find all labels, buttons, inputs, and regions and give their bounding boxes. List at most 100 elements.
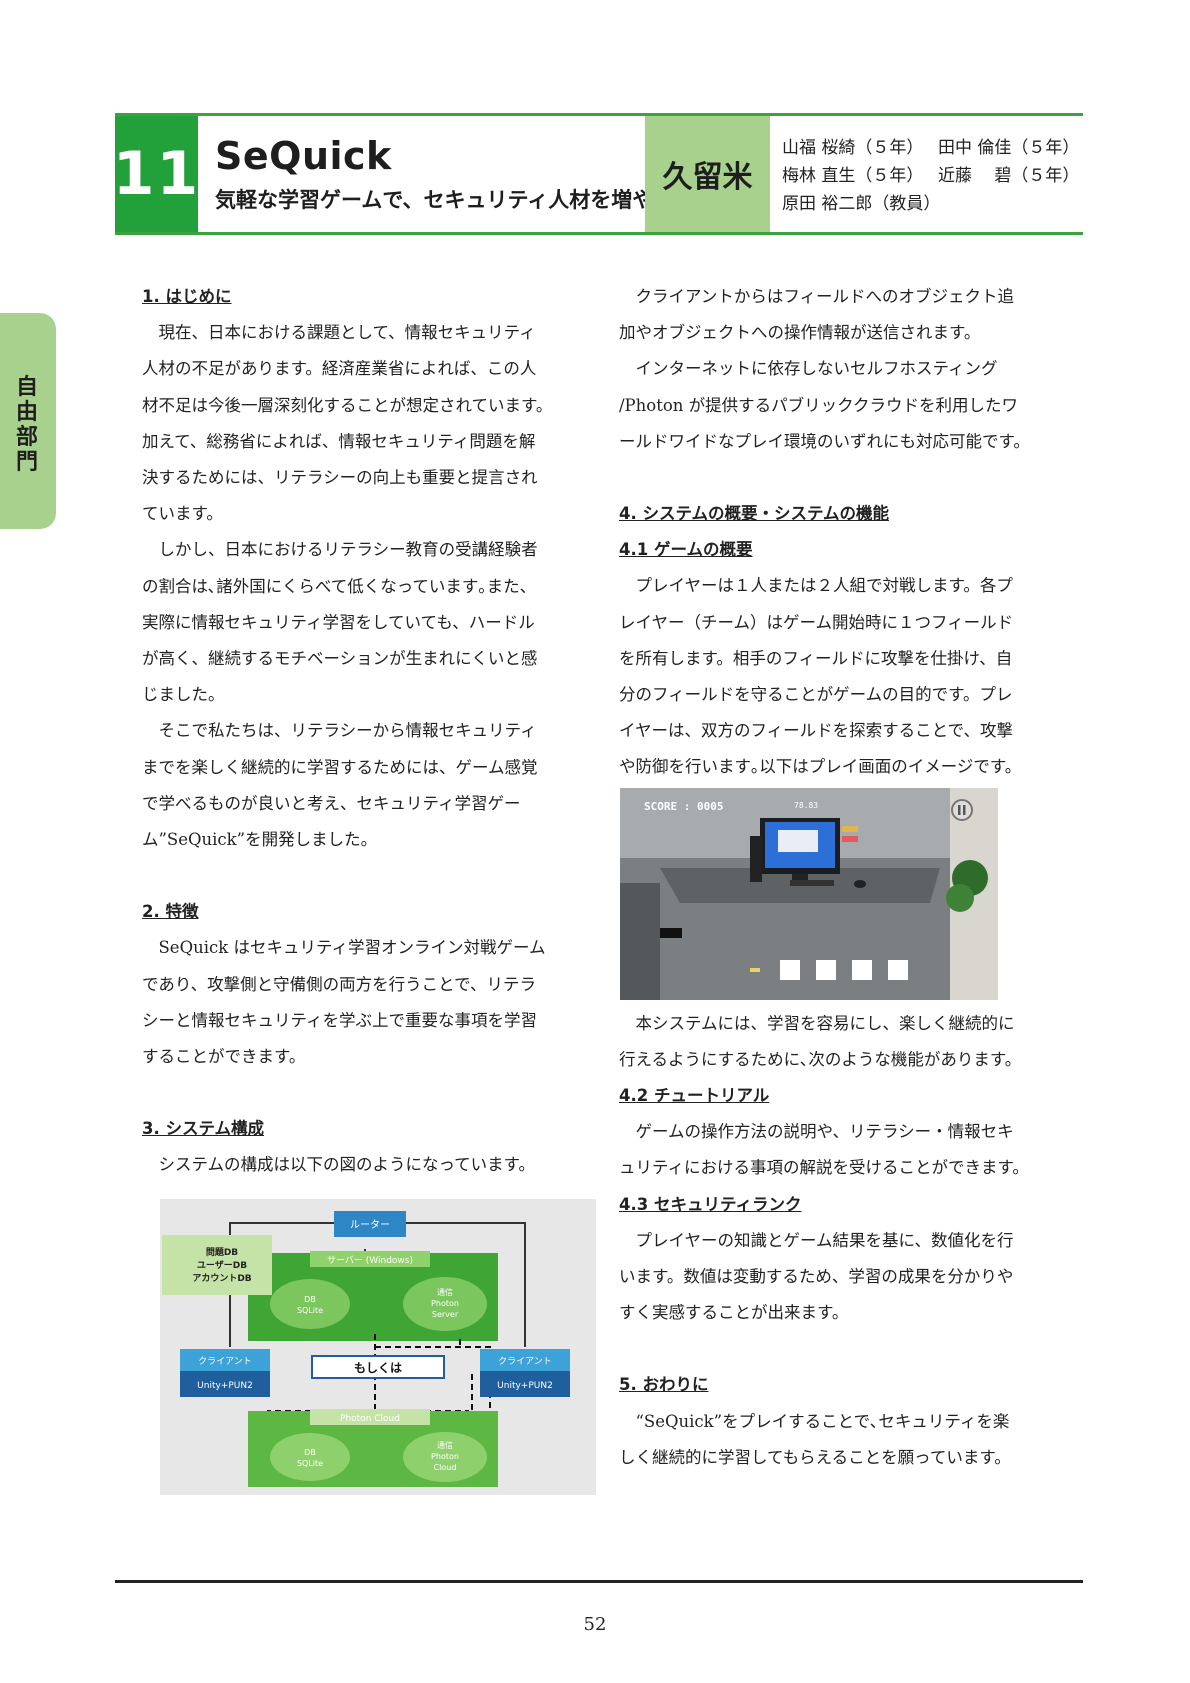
router-label: ルーター [350,1219,390,1231]
pause-icon-bar [958,805,961,815]
text-line: “SeQuick”をプレイすることで､セキュリティを楽 [635,1411,1010,1431]
text-line: 人材の不足があります。経済産業省によれば、この人 [142,359,537,379]
text-line: 現在、日本における課題として、情報セキュリティ [158,323,536,343]
text-line: ールドワイドなプレイ環境のいずれにも対応可能です。 [619,431,1030,451]
db-note-line: ユーザーDB [197,1260,247,1271]
heading-system-overview: 4. システムの概要・システムの機能 [619,504,890,524]
text-line: /Photon が提供するパブリッククラウドを利用したワ [619,395,1018,415]
text-line: システムの構成は以下の図のようになっています。 [158,1155,536,1175]
text-line: しかし、日本におけるリテラシー教育の受講経験者 [158,540,538,560]
text-line: ュリティにおける事項の解説を受けることができます。 [619,1158,1029,1178]
heading-conclusion: 5. おわりに [619,1375,709,1395]
text-line: レイヤー（チーム）はゲーム開始時に１つフィールド [619,612,1014,632]
system-diagram: サーバー (Windows) DB SQLite 通信 Photon Serve… [160,1199,596,1495]
author: 梅林 直生（５年） [782,166,924,186]
paragraph: そこで私たちは、リテラシーから情報セキュリティ までを楽しく継続的に学習するため… [142,713,590,858]
text-line: 分のフィールドを守ることがゲームの目的です。プレ [619,685,1013,705]
comm-label: Photon [431,1299,459,1308]
paragraph: プレイヤーの知識とゲーム結果を基に、数値化を行 います。数値は変動するため、学習… [619,1223,1069,1332]
server-label: サーバー (Windows) [327,1255,413,1266]
page-number: 52 [583,1614,607,1635]
comm-label: Server [432,1310,459,1319]
paragraph: SeQuick はセキュリティ学習オンライン対戦ゲーム であり、攻撃側と守備側の… [142,930,590,1075]
text-line: 加えて、総務省によれば、情報セキュリティ問題を解 [142,431,536,451]
author-row: 山福 桜綺（５年） 田中 倫佳（５年） [782,134,1079,162]
client-right-sub: Unity+PUN2 [497,1381,553,1391]
text-line: 決するためには、リテラシーの向上も重要と提言され [142,468,538,488]
text-line: までを楽しく継続的に学習するためには、ゲーム感覚 [142,757,538,777]
author: 山福 桜綺（５年） [782,138,924,158]
keyboard [790,880,834,886]
text-line: しく継続的に学習してもらえることを願っています。 [619,1447,1011,1467]
pc-tower [750,836,762,882]
heading-system-architecture: 3. システム構成 [142,1119,264,1139]
left-column: 1. はじめに 現在、日本における課題として、情報セキュリティ 人材の不足があり… [142,279,590,1184]
score-label: SCORE : 0005 [644,800,723,813]
cloud-comm-label: Cloud [434,1463,457,1472]
text-line: インターネットに依存しないセルフホスティング [635,359,998,379]
text-line: SeQuick はセキュリティ学習オンライン対戦ゲーム [158,938,546,958]
title-area: SeQuick 気軽な学習ゲームで、セキュリティ人材を増やそう [215,134,695,214]
game-screenshot: SCORE : 0005 78.83 [620,788,998,1000]
text-line: シーと情報セキュリティを学ぶ上で重要な事項を学習 [142,1010,538,1030]
text-line: 加やオブジェクトへの操作情報が送信されます。 [619,323,981,343]
text-line: で学べるものが良いと考え、セキュリティ学習ゲー [142,793,521,813]
text-line: ゲームの操作方法の説明や、リテラシー・情報セキ [635,1122,1014,1142]
cloud-db-label: DB [304,1448,316,1457]
timer-label: 78.83 [794,801,818,810]
sticky-note [842,836,858,842]
text-line: います。数値は変動するため、学習の成果を分かりや [619,1267,1014,1287]
article-header: 11 SeQuick 気軽な学習ゲームで、セキュリティ人材を増やそう 久留米 山… [113,113,1083,235]
text-line: イヤーは、双方のフィールドを探索することで、攻撃 [619,721,1014,741]
sticky-note [842,826,858,832]
or-label: もしくは [354,1361,402,1375]
author: 近藤 碧（５年） [938,166,1080,186]
paragraph: ゲームの操作方法の説明や、リテラシー・情報セキ ュリティにおける事項の解説を受け… [619,1114,1069,1186]
text-line: プレイヤーの知識とゲーム結果を基に、数値化を行 [635,1230,1014,1250]
author: 田中 倫佳（５年） [938,138,1080,158]
inventory-slot [780,960,800,980]
text-line: クライアントからはフィールドへのオブジェクト追 [635,287,1015,306]
monitor-window [778,830,818,852]
paragraph: 本システムには、学習を容易にし、楽しく継続的に 行えるようにするために､次のよう… [619,1006,1069,1078]
inventory-slot [816,960,836,980]
heading-introduction: 1. はじめに [142,287,232,306]
inventory-slot [888,960,908,980]
text-line: そこで私たちは、リテラシーから情報セキュリティ [158,721,537,741]
text-line: であり、攻撃側と守備側の両方を行うことで、リテラ [142,974,537,994]
cloud-comm-label: Photon [431,1452,459,1461]
game-left-panel [620,883,660,1000]
paragraph: プレイヤーは１人または２人組で対戦します。各プ レイヤー（チーム）はゲーム開始時… [619,568,1069,785]
text-line: ム”SeQuick”を開発しました。 [142,830,378,850]
text-line: じました。 [142,685,225,705]
pause-icon [951,799,973,821]
section-side-tab: 自由部門 [0,313,56,529]
footer-rule [115,1580,1083,1583]
text-line: 実際に情報セキュリティ学習をしていても、ハードル [142,612,535,632]
comm-label: 通信 [437,1287,453,1297]
heading-security-rank: 4.3 セキュリティランク [619,1194,802,1214]
text-line: すく実感することが出来ます。 [619,1303,849,1323]
game-screenshot-svg: SCORE : 0005 78.83 [620,788,998,1000]
text-line: を所有します。相手のフィールドに攻撃を仕掛け、自 [619,648,1013,668]
paragraph: しかし、日本におけるリテラシー教育の受講経験者 の割合は､諸外国にくらべて低くな… [142,532,590,713]
author-list: 山福 桜綺（５年） 田中 倫佳（５年） 梅林 直生（５年） 近藤 碧（５年） 原田 … [782,134,1079,218]
heading-features: 2. 特徴 [142,902,199,922]
text-line: や防御を行います｡以下はプレイ画面のイメージです。 [619,757,1022,777]
text-line: 材不足は今後一層深刻化することが想定されています。 [142,395,553,415]
inventory-marker [750,968,760,972]
cloud-db-ellipse [270,1433,350,1481]
school-name: 久留米 [645,116,770,232]
client-left-sub: Unity+PUN2 [197,1381,253,1391]
cloud-comm-label: 通信 [437,1440,453,1450]
db-note-line: 問題DB [206,1247,238,1258]
side-tab-label: 自由部門 [15,375,38,475]
author: 原田 裕二郎（教員） [782,194,941,214]
plant [946,884,974,912]
db-label: DB [304,1295,316,1304]
text-line: の割合は､諸外国にくらべて低くなっています｡また、 [142,576,537,596]
client-left-label: クライアント [198,1356,252,1367]
